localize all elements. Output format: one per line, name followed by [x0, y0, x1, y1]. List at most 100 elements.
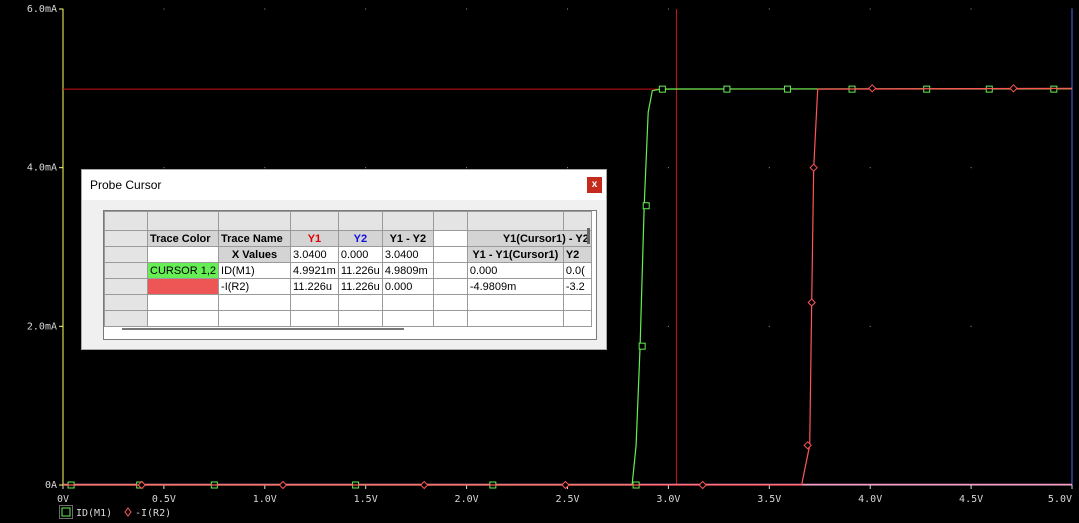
xvalues-diff: 3.0400 — [381, 246, 434, 263]
grid-dot — [768, 8, 770, 10]
grid-dot — [466, 8, 468, 10]
row-header-cell — [104, 278, 148, 295]
table-header-row: Trace Color Trace Name Y1 Y2 Y1 - Y2 Y1(… — [104, 230, 592, 247]
x-tick-label: 5.0V — [1048, 494, 1072, 505]
grid-dot — [667, 167, 669, 169]
table-row[interactable]: -I(R2) 11.226u 11.226u 0.000 -4.9809m -3… — [104, 278, 592, 295]
probe-cursor-dialog[interactable]: Probe Cursor x Trace Color Trace Name Y1… — [81, 169, 607, 350]
y2-cell: 11.226u — [337, 278, 383, 295]
y-tick-label: 4.0mA — [27, 163, 57, 174]
xvalues-empty2 — [432, 246, 468, 263]
table-top-row — [104, 211, 592, 231]
trace-marker-diamond — [868, 84, 877, 93]
trace-name-cell: -I(R2) — [218, 278, 292, 295]
grid-dot — [970, 325, 972, 327]
header-y1-cursor1-y2: Y1(Cursor1) - Y2 — [466, 230, 592, 247]
row-header-cell — [104, 246, 148, 263]
trace-name-cell: ID(M1) — [218, 262, 292, 279]
y1-cell: 11.226u — [290, 278, 339, 295]
grid-dot — [970, 167, 972, 169]
legend: ID(M1) -I(R2) — [59, 505, 171, 519]
x-tick-label: 1.0V — [253, 494, 277, 505]
empty-cell — [432, 262, 468, 279]
y-tick-label: 6.0mA — [27, 4, 57, 15]
trace-marker-diamond — [420, 480, 429, 490]
xvalues-label: X Values — [218, 246, 292, 263]
diff-cell: 4.9809m — [381, 262, 434, 279]
grid-dot — [768, 167, 770, 169]
grid-dot — [869, 167, 871, 169]
row-header-cell — [104, 262, 148, 279]
probe-table-container[interactable]: Trace Color Trace Name Y1 Y2 Y1 - Y2 Y1(… — [103, 210, 597, 340]
dialog-title: Probe Cursor — [90, 178, 162, 192]
trace-marker-square — [783, 85, 791, 93]
grid-dot — [970, 8, 972, 10]
trace-marker-diamond — [807, 298, 816, 307]
grid-dot — [768, 325, 770, 327]
header-trace-name: Trace Name — [218, 230, 292, 247]
trace-marker-square — [723, 85, 731, 93]
dialog-titlebar[interactable]: Probe Cursor x — [82, 170, 606, 200]
table-row-empty — [104, 310, 592, 327]
legend-square-marker — [61, 507, 71, 517]
x-tick-label: 0V — [57, 494, 69, 505]
header-y1-y2: Y1 - Y2 — [381, 230, 434, 247]
xvalues-y2: 0.000 — [337, 246, 383, 263]
vertical-scrollbar[interactable] — [587, 228, 590, 244]
header-y1-minus-cursor1: Y1 - Y1(Cursor1) — [466, 246, 564, 263]
cursor1-diff-cell: 0.000 — [466, 262, 564, 279]
cursor1-y2-cell: -3.2 — [562, 278, 592, 295]
y-tick-label: 2.0mA — [27, 321, 57, 332]
trace-marker-square — [642, 202, 650, 210]
grid-dot — [667, 8, 669, 10]
x-tick-label: 3.0V — [656, 494, 680, 505]
grid-dot — [667, 325, 669, 327]
corner-cell — [104, 211, 148, 231]
grid-dot — [567, 8, 568, 10]
x-tick-label: 3.5V — [757, 494, 781, 505]
x-tick-label: 2.0V — [455, 494, 479, 505]
header-trace-color: Trace Color — [146, 230, 220, 247]
trace-marker-diamond — [278, 480, 288, 490]
table-row-empty — [104, 294, 592, 311]
legend-square-frame — [59, 505, 73, 519]
trace-color-swatch-green[interactable]: CURSOR 1,2 — [146, 262, 220, 279]
y2-cell: 11.226u — [337, 262, 383, 279]
table-row[interactable]: CURSOR 1,2 ID(M1) 4.9921m 11.226u 4.9809… — [104, 262, 592, 279]
trace-marker-square — [638, 342, 646, 350]
header-y1: Y1 — [290, 230, 339, 247]
close-icon: x — [591, 179, 598, 190]
x-tick-label: 1.5V — [354, 494, 378, 505]
legend-diamond-marker — [124, 507, 132, 517]
diff-cell: 0.000 — [381, 278, 434, 295]
x-tick-label: 4.0V — [858, 494, 882, 505]
trace-marker-diamond — [698, 480, 707, 490]
close-button[interactable]: x — [587, 177, 602, 193]
x-tick-label: 0.5V — [152, 494, 176, 505]
probe-table: Trace Color Trace Name Y1 Y2 Y1 - Y2 Y1(… — [104, 211, 592, 327]
legend-label-i-r2: -I(R2) — [135, 508, 171, 519]
y1-cell: 4.9921m — [290, 262, 339, 279]
trace-marker-diamond — [1009, 84, 1018, 93]
trace-color-swatch-red[interactable] — [146, 278, 220, 295]
header-empty — [432, 230, 468, 247]
row-header-cell — [104, 230, 148, 247]
header-y2-short: Y2 — [562, 246, 592, 263]
horizontal-scrollbar[interactable] — [122, 328, 404, 330]
trace-marker-square — [658, 85, 666, 93]
xvalues-y1: 3.0400 — [290, 246, 339, 263]
header-y2: Y2 — [337, 230, 383, 247]
grid-dot — [869, 8, 871, 10]
x-tick-label: 2.5V — [555, 494, 579, 505]
empty-cell — [432, 278, 468, 295]
y-tick-label: 0A — [45, 480, 57, 491]
xvalues-empty — [146, 246, 220, 263]
legend-label-id-m1: ID(M1) — [76, 508, 112, 519]
cursor1-y2-cell: 0.0( — [562, 262, 592, 279]
trace-marker-diamond — [809, 163, 818, 172]
cursor1-diff-cell: -4.9809m — [466, 278, 564, 295]
x-tick-label: 4.5V — [959, 494, 983, 505]
grid-dot — [264, 8, 266, 10]
table-xvalues-row: X Values 3.0400 0.000 3.0400 Y1 - Y1(Cur… — [104, 246, 592, 263]
trace-marker-square — [1050, 85, 1058, 93]
